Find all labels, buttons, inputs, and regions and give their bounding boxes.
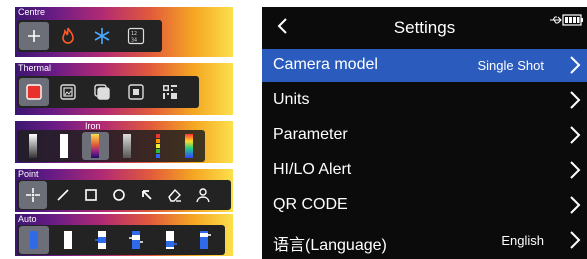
menu-item-camera-model[interactable]: Camera model Single Shot bbox=[262, 49, 587, 82]
rainbow-swatch bbox=[155, 134, 160, 158]
iron-swatch bbox=[91, 134, 100, 158]
chevron-right-icon bbox=[570, 196, 581, 214]
menu-item-language[interactable]: 语言(Language) English bbox=[262, 224, 587, 257]
chevron-right-icon bbox=[570, 126, 581, 144]
battery-icon bbox=[562, 14, 583, 26]
level-5-icon bbox=[166, 231, 177, 249]
point-strip: Point bbox=[15, 169, 233, 212]
circle-icon bbox=[113, 189, 125, 201]
flame-icon bbox=[62, 27, 74, 44]
menu-item-label: 语言(Language) bbox=[273, 237, 387, 254]
point-tool[interactable] bbox=[19, 181, 47, 209]
cold-spot-button[interactable] bbox=[87, 22, 117, 50]
grid-numbers-icon: 1234 bbox=[127, 27, 145, 45]
blend-button[interactable] bbox=[87, 78, 117, 106]
crosshair-button[interactable] bbox=[19, 22, 49, 50]
usb-icon bbox=[550, 16, 562, 24]
menu-item-value: Single Shot bbox=[477, 58, 545, 73]
white-hot-palette[interactable] bbox=[19, 132, 46, 160]
blend-icon bbox=[94, 84, 110, 100]
thermal-toolbar bbox=[17, 76, 199, 108]
thermal-full-icon bbox=[26, 84, 42, 100]
menu-item-value: English bbox=[501, 233, 544, 248]
level-1-icon bbox=[30, 231, 38, 249]
iron-palette[interactable] bbox=[81, 132, 109, 160]
chevron-right-icon bbox=[570, 231, 581, 249]
arrow-tool[interactable] bbox=[135, 181, 159, 209]
picture-in-picture-button[interactable] bbox=[53, 78, 83, 106]
black-hot-palette[interactable] bbox=[50, 132, 77, 160]
person-icon bbox=[196, 188, 210, 203]
point-label: Point bbox=[18, 169, 39, 179]
level-4-button[interactable] bbox=[121, 226, 151, 254]
hot-spot-button[interactable] bbox=[53, 22, 83, 50]
white-hot-swatch bbox=[28, 134, 37, 158]
menu-item-units[interactable]: Units bbox=[262, 84, 587, 117]
qr-button[interactable] bbox=[155, 78, 185, 106]
eraser-tool[interactable] bbox=[163, 181, 187, 209]
level-2-icon bbox=[64, 231, 72, 249]
menu-item-label: HI/LO Alert bbox=[273, 161, 352, 178]
center-box-icon bbox=[128, 84, 144, 100]
menu-item-label: Parameter bbox=[273, 126, 348, 143]
thermal-label: Thermal bbox=[18, 63, 52, 73]
chevron-right-icon bbox=[570, 56, 581, 74]
rectangle-icon bbox=[85, 189, 97, 201]
level-3-button[interactable] bbox=[87, 226, 117, 254]
level-4-icon bbox=[129, 231, 143, 249]
svg-text:12: 12 bbox=[131, 31, 137, 37]
menu-item-parameter[interactable]: Parameter bbox=[262, 119, 587, 152]
menu-item-label: Camera model bbox=[273, 56, 378, 73]
line-icon bbox=[57, 189, 69, 201]
grey-swatch bbox=[122, 134, 131, 158]
level-2-button[interactable] bbox=[53, 226, 83, 254]
settings-panel: Settings Camera model Single Shot Units … bbox=[262, 7, 587, 259]
centre-strip: Centre 12 34 bbox=[15, 7, 233, 57]
auto-toolbar bbox=[17, 225, 225, 255]
menu-item-label: QR CODE bbox=[273, 196, 348, 213]
thermal-strip: Thermal bbox=[15, 63, 233, 115]
menu-item-hi-lo-alert[interactable]: HI/LO Alert bbox=[262, 154, 587, 187]
crosshair-icon bbox=[28, 30, 40, 42]
centre-label: Centre bbox=[18, 7, 46, 17]
thermal-full-button[interactable] bbox=[19, 78, 49, 106]
point-toolbar bbox=[17, 180, 231, 210]
chevron-right-icon bbox=[570, 91, 581, 109]
line-tool[interactable] bbox=[51, 181, 75, 209]
rainbow-hc-swatch bbox=[185, 134, 194, 158]
settings-header: Settings bbox=[262, 7, 587, 47]
person-tool[interactable] bbox=[191, 181, 215, 209]
black-hot-swatch bbox=[59, 134, 68, 158]
level-3-icon bbox=[95, 231, 106, 249]
palette-strip: Iron bbox=[15, 121, 233, 163]
point-icon bbox=[26, 188, 40, 202]
auto-strip: Auto bbox=[15, 214, 233, 256]
level-6-icon bbox=[200, 231, 211, 249]
circle-tool[interactable] bbox=[107, 181, 131, 209]
auto-label: Auto bbox=[18, 214, 37, 224]
picture-in-picture-icon bbox=[60, 84, 76, 100]
palette-toolbar bbox=[17, 130, 205, 162]
rectangle-tool[interactable] bbox=[79, 181, 103, 209]
centre-toolbar: 12 34 bbox=[17, 20, 162, 52]
snowflake-icon bbox=[94, 28, 110, 44]
level-5-button[interactable] bbox=[155, 226, 185, 254]
page-title: Settings bbox=[393, 18, 456, 37]
arrow-icon bbox=[142, 190, 152, 200]
eraser-icon bbox=[168, 188, 181, 202]
grey-palette[interactable] bbox=[113, 132, 140, 160]
rainbow-hc-palette[interactable] bbox=[176, 132, 203, 160]
qr-icon bbox=[163, 85, 177, 99]
chevron-right-icon bbox=[570, 161, 581, 179]
menu-item-label: Units bbox=[273, 91, 310, 108]
level-1-button[interactable] bbox=[19, 226, 49, 254]
menu-item-qr-code[interactable]: QR CODE bbox=[262, 189, 587, 222]
level-6-button[interactable] bbox=[189, 226, 219, 254]
svg-text:34: 34 bbox=[131, 38, 137, 44]
center-box-button[interactable] bbox=[121, 78, 151, 106]
rainbow-palette[interactable] bbox=[144, 132, 171, 160]
grid-numbers-button[interactable]: 12 34 bbox=[121, 22, 151, 50]
